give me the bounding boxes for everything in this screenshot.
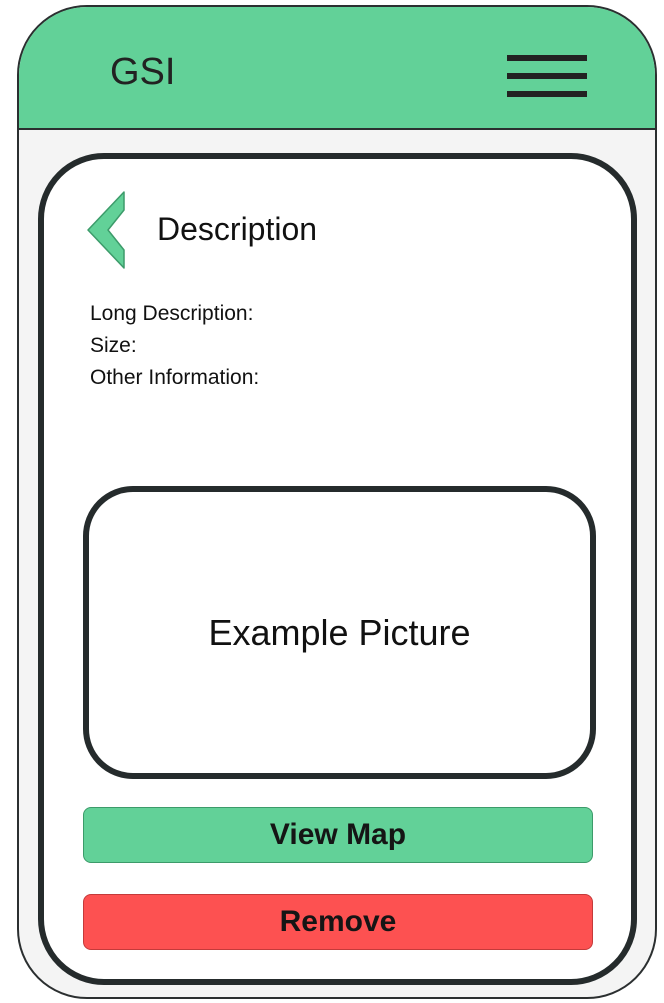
view-map-button[interactable]: View Map <box>83 807 593 863</box>
app-title: GSI <box>110 51 176 93</box>
long-description-label: Long Description: <box>90 302 254 325</box>
example-picture: Example Picture <box>83 486 596 779</box>
description-card: Description Long Description: Size: Othe… <box>38 153 637 985</box>
other-information-label: Other Information: <box>90 366 260 389</box>
hamburger-menu-icon[interactable] <box>507 55 587 97</box>
size-label: Size: <box>90 334 137 357</box>
phone-frame: GSI Description Long Description: Size: … <box>17 5 657 999</box>
info-list: Long Description: Size: Other Informatio… <box>90 298 259 394</box>
remove-button[interactable]: Remove <box>83 894 593 950</box>
top-app-bar: GSI <box>19 7 655 130</box>
chevron-left-icon <box>87 191 125 269</box>
picture-placeholder-label: Example Picture <box>208 611 471 653</box>
page-title: Description <box>157 211 318 247</box>
back-button[interactable] <box>86 190 130 270</box>
